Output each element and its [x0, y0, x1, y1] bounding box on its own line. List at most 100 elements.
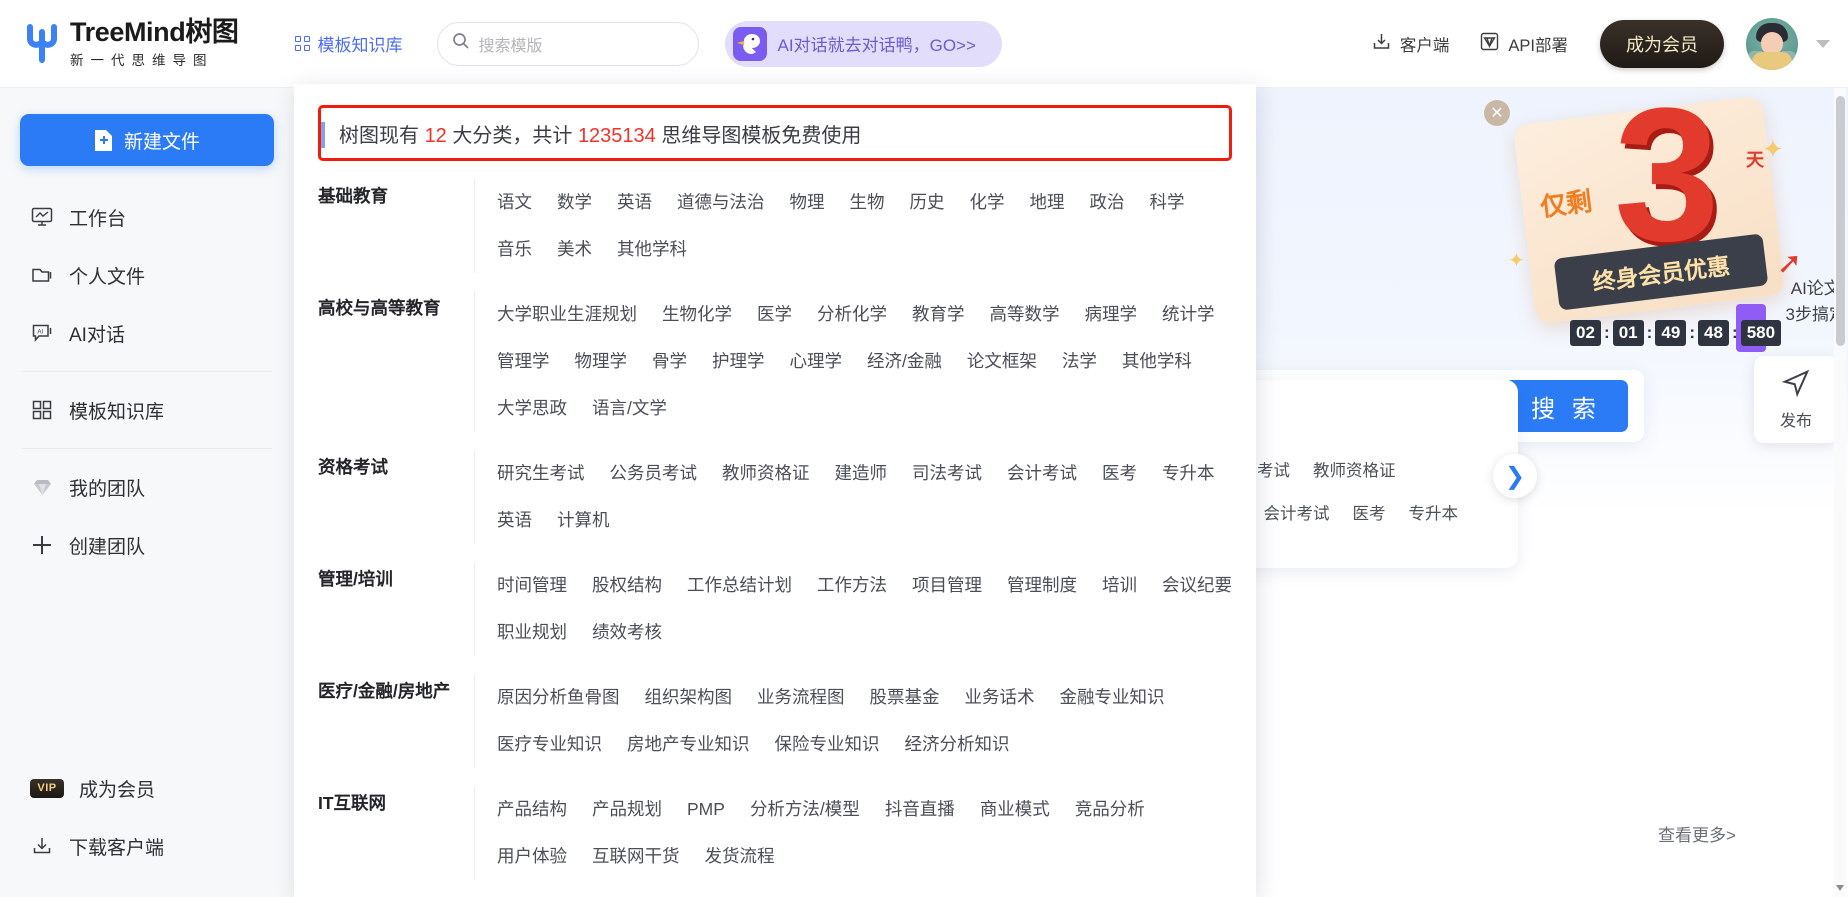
category-item[interactable]: 工作方法	[817, 562, 887, 609]
category-item[interactable]: 用户体验	[497, 833, 567, 880]
category-name[interactable]: 管理/培训	[318, 562, 474, 656]
category-item[interactable]: 病理学	[1085, 291, 1138, 338]
logo[interactable]: TreeMind树图 新一代思维导图	[22, 18, 239, 69]
category-item[interactable]: 音乐	[497, 226, 532, 273]
category-item[interactable]: 业务流程图	[757, 674, 845, 721]
category-item[interactable]: 心理学	[790, 338, 843, 385]
category-item[interactable]: PMP	[687, 786, 725, 833]
category-item[interactable]: 互联网干货	[592, 833, 680, 880]
category-tag[interactable]: 专升本	[1409, 500, 1459, 524]
sidebar-item-my-team[interactable]: 我的团队	[0, 458, 294, 516]
search-input[interactable]: 搜索模版	[436, 21, 699, 66]
sidebar-item-personal-files[interactable]: 个人文件	[0, 246, 294, 304]
chevron-right-icon[interactable]: ❯	[1493, 454, 1537, 498]
category-item[interactable]: 商业模式	[980, 786, 1050, 833]
category-item[interactable]: 物理学	[575, 338, 628, 385]
new-file-button[interactable]: 新建文件	[20, 114, 274, 166]
category-item[interactable]: 科学	[1150, 179, 1185, 226]
category-tag[interactable]: 教师资格证	[1313, 457, 1396, 481]
category-item[interactable]: 抖音直播	[885, 786, 955, 833]
category-name[interactable]: 基础教育	[318, 179, 474, 273]
category-tag[interactable]: 医考	[1353, 500, 1386, 524]
category-item[interactable]: 论文框架	[967, 338, 1037, 385]
category-item[interactable]: 经济/金融	[867, 338, 942, 385]
ai-chat-promo-button[interactable]: AI对话就去对话鸭，GO>>	[724, 20, 1002, 67]
category-item[interactable]: 统计学	[1162, 291, 1215, 338]
category-item[interactable]: 产品结构	[497, 786, 567, 833]
category-item[interactable]: 房地产专业知识	[627, 721, 750, 768]
category-item[interactable]: 时间管理	[497, 562, 567, 609]
sidebar-item-ai-chat[interactable]: AI AI对话	[0, 304, 294, 362]
client-download-button[interactable]: 客户端	[1371, 31, 1449, 57]
category-item[interactable]: 计算机	[557, 497, 610, 544]
category-item[interactable]: 生物	[850, 179, 885, 226]
category-item[interactable]: 股票基金	[870, 674, 940, 721]
category-item[interactable]: 产品规划	[592, 786, 662, 833]
category-item[interactable]: 分析化学	[817, 291, 887, 338]
category-item[interactable]: 管理学	[497, 338, 550, 385]
sidebar-item-download-client[interactable]: 下载客户端	[0, 817, 294, 875]
category-item[interactable]: 工作总结计划	[687, 562, 792, 609]
category-item[interactable]: 大学思政	[497, 385, 567, 432]
category-item[interactable]: 司法考试	[912, 450, 982, 497]
category-item[interactable]: 历史	[910, 179, 945, 226]
category-item[interactable]: 金融专业知识	[1060, 674, 1165, 721]
category-name[interactable]: 医疗/金融/房地产	[318, 674, 474, 768]
category-item[interactable]: 道德与法治	[677, 179, 765, 226]
api-deploy-button[interactable]: API部署	[1479, 31, 1568, 57]
scroll-down-arrow-icon[interactable]	[1834, 881, 1846, 895]
category-item[interactable]: 经济分析知识	[905, 721, 1010, 768]
category-item[interactable]: 语文	[497, 179, 532, 226]
category-item[interactable]: 业务话术	[965, 674, 1035, 721]
avatar[interactable]	[1746, 17, 1798, 70]
close-icon[interactable]: ✕	[1484, 100, 1510, 126]
category-item[interactable]: 英语	[617, 179, 652, 226]
category-item[interactable]: 绩效考核	[592, 609, 662, 656]
category-item[interactable]: 语言/文学	[592, 385, 667, 432]
sidebar-item-template-library[interactable]: 模板知识库	[0, 381, 294, 439]
category-item[interactable]: 会议纪要	[1162, 562, 1232, 609]
publish-rail[interactable]: 发布	[1754, 356, 1838, 443]
category-item[interactable]: 护理学	[712, 338, 765, 385]
category-item[interactable]: 法学	[1062, 338, 1097, 385]
category-item[interactable]: 化学	[970, 179, 1005, 226]
category-item[interactable]: 高等数学	[990, 291, 1060, 338]
become-member-button[interactable]: 成为会员	[1600, 19, 1724, 68]
category-item[interactable]: 研究生考试	[497, 450, 585, 497]
category-item[interactable]: 保险专业知识	[775, 721, 880, 768]
category-item[interactable]: 骨学	[652, 338, 687, 385]
category-item[interactable]: 会计考试	[1007, 450, 1077, 497]
category-item[interactable]: 医学	[757, 291, 792, 338]
category-item[interactable]: 职业规划	[497, 609, 567, 656]
sidebar-item-become-member[interactable]: VIP 成为会员	[0, 759, 294, 817]
chevron-down-icon[interactable]	[1816, 39, 1830, 48]
category-tag[interactable]: 会计考试	[1264, 500, 1330, 524]
category-item[interactable]: 大学职业生涯规划	[497, 291, 637, 338]
nav-template-library[interactable]: 模板知识库	[294, 31, 403, 56]
category-name[interactable]: 高校与高等教育	[318, 291, 474, 432]
category-item[interactable]: 物理	[790, 179, 825, 226]
page-scrollbar-thumb[interactable]	[1836, 96, 1845, 346]
category-item[interactable]: 其他学科	[617, 226, 687, 273]
category-item[interactable]: 项目管理	[912, 562, 982, 609]
category-item[interactable]: 其他学科	[1122, 338, 1192, 385]
category-item[interactable]: 政治	[1090, 179, 1125, 226]
category-name[interactable]: IT互联网	[318, 786, 474, 880]
category-item[interactable]: 组织架构图	[645, 674, 733, 721]
category-item[interactable]: 建造师	[835, 450, 888, 497]
category-item[interactable]: 管理制度	[1007, 562, 1077, 609]
sidebar-item-create-team[interactable]: 创建团队	[0, 516, 294, 574]
category-item[interactable]: 原因分析鱼骨图	[497, 674, 620, 721]
category-item[interactable]: 发货流程	[705, 833, 775, 880]
category-item[interactable]: 美术	[557, 226, 592, 273]
category-item[interactable]: 医考	[1102, 450, 1137, 497]
category-item[interactable]: 公务员考试	[610, 450, 698, 497]
sidebar-item-workbench[interactable]: 工作台	[0, 188, 294, 246]
category-item[interactable]: 教师资格证	[722, 450, 810, 497]
see-more-link[interactable]: 查看更多>	[1658, 821, 1736, 846]
category-item[interactable]: 股权结构	[592, 562, 662, 609]
category-item[interactable]: 教育学	[912, 291, 965, 338]
category-item[interactable]: 英语	[497, 497, 532, 544]
category-item[interactable]: 分析方法/模型	[750, 786, 860, 833]
category-item[interactable]: 专升本	[1162, 450, 1215, 497]
